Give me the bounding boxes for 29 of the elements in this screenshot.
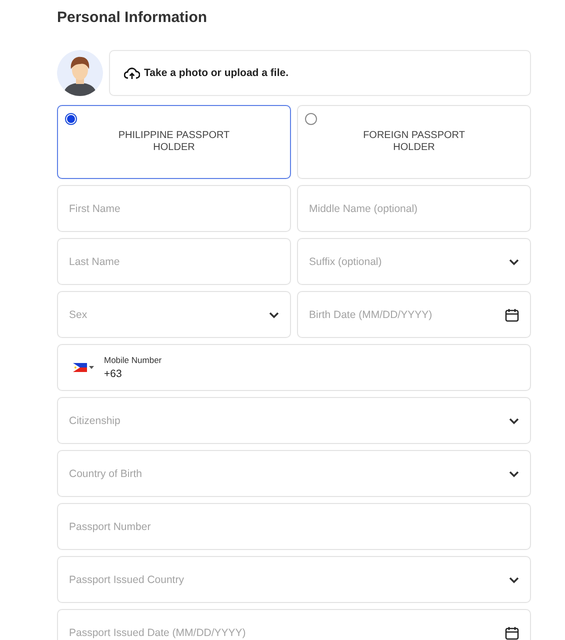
text-field[interactable]: Passport Number bbox=[57, 503, 531, 550]
calendar-icon bbox=[505, 626, 519, 640]
section-title: Personal Information bbox=[57, 9, 208, 26]
chevron-down-icon bbox=[269, 311, 279, 318]
chevron-down-icon bbox=[509, 470, 519, 477]
select-field[interactable]: Sex bbox=[57, 291, 291, 338]
select-field[interactable]: Suffix (optional) bbox=[297, 238, 531, 285]
calendar-icon bbox=[505, 308, 519, 322]
text-field[interactable]: Middle Name (optional) bbox=[297, 185, 531, 232]
avatar-icon bbox=[57, 50, 103, 96]
chevron-down-icon bbox=[509, 576, 519, 583]
chevron-down-icon bbox=[509, 258, 519, 265]
field-label: Mobile Number bbox=[104, 355, 163, 365]
upload-icon bbox=[124, 66, 140, 80]
text-field[interactable]: First Name bbox=[57, 185, 291, 232]
select-field[interactable]: Citizenship bbox=[57, 397, 531, 444]
date-field[interactable]: Passport Issued Date (MM/DD/YYYY) bbox=[57, 609, 531, 640]
select-field[interactable]: Passport Issued Country bbox=[57, 556, 531, 603]
text-field[interactable]: Last Name bbox=[57, 238, 291, 285]
passport-holder-option[interactable]: FOREIGN PASSPORT HOLDER bbox=[297, 105, 531, 179]
phone-field[interactable]: Mobile Number +63 bbox=[57, 344, 531, 391]
upload-button[interactable]: Take a photo or upload a file. bbox=[109, 50, 531, 96]
caret-icon bbox=[89, 366, 94, 369]
flag-icon bbox=[73, 363, 87, 372]
date-field[interactable]: Birth Date (MM/DD/YYYY) bbox=[297, 291, 531, 338]
passport-holder-option[interactable]: PHILIPPINE PASSPORT HOLDER bbox=[57, 105, 291, 179]
country-flag-dropdown[interactable] bbox=[73, 363, 94, 372]
select-field[interactable]: Country of Birth bbox=[57, 450, 531, 497]
chevron-down-icon bbox=[509, 417, 519, 424]
